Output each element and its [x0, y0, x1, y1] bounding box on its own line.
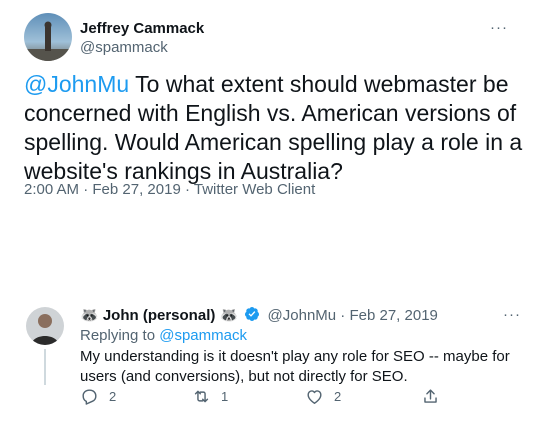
tweet-client: Twitter Web Client [193, 181, 316, 198]
meta-separator: · [79, 181, 93, 198]
tweet-meta: 2:00 AM · Feb 27, 2019 · Twitter Web Cli… [24, 181, 315, 198]
replying-to-handle[interactable]: @spammack [159, 327, 247, 344]
reply-count: 2 [109, 389, 117, 404]
mention-link[interactable]: @JohnMu [24, 71, 129, 97]
retweet-icon [194, 390, 209, 403]
tweet-date[interactable]: Feb 27, 2019 [92, 181, 180, 198]
author-handle[interactable]: @spammack [80, 39, 168, 56]
replying-to-label: Replying to [80, 327, 160, 344]
like-action[interactable]: 2 [305, 387, 341, 406]
tweet-time[interactable]: 2:00 AM [24, 181, 79, 198]
reply-header: 🦝 John (personal) 🦝 @JohnMu · Feb 27, 20… [80, 306, 438, 324]
share-action[interactable] [421, 387, 440, 406]
tweet-text-line2: concerned with English vs. American vers… [24, 100, 517, 126]
thread-line [44, 349, 46, 385]
avatar-jeffrey[interactable] [24, 13, 72, 61]
tweet-text-line3: spelling. Would American spelling play a… [24, 129, 523, 155]
like-icon [307, 390, 322, 404]
verified-badge-icon [245, 307, 260, 321]
tweet-text-line1: To what extent should webmaster be [129, 71, 509, 97]
retweet-count: 1 [221, 389, 229, 404]
reply-icon [82, 389, 97, 405]
share-icon [424, 389, 437, 403]
like-count: 2 [334, 389, 342, 404]
tweet-text: @JohnMu To what extent should webmaster … [24, 70, 524, 186]
reply-author-handle[interactable]: @JohnMu [268, 307, 337, 324]
reply-more-icon[interactable]: ··· [503, 306, 521, 323]
reply-date[interactable]: Feb 27, 2019 [349, 307, 437, 324]
replying-to: Replying to @spammack [80, 327, 247, 344]
reply-text: My understanding is it doesn't play any … [80, 348, 510, 385]
reply-separator: · [336, 307, 350, 324]
reply-author-name[interactable]: 🦝 John (personal) 🦝 [80, 307, 238, 324]
retweet-action[interactable]: 1 [192, 387, 228, 406]
avatar-john[interactable] [26, 307, 64, 345]
meta-separator: · [180, 181, 194, 198]
more-icon[interactable]: ··· [490, 19, 508, 36]
reply-action[interactable]: 2 [80, 387, 116, 406]
author-name[interactable]: Jeffrey Cammack [80, 20, 204, 37]
